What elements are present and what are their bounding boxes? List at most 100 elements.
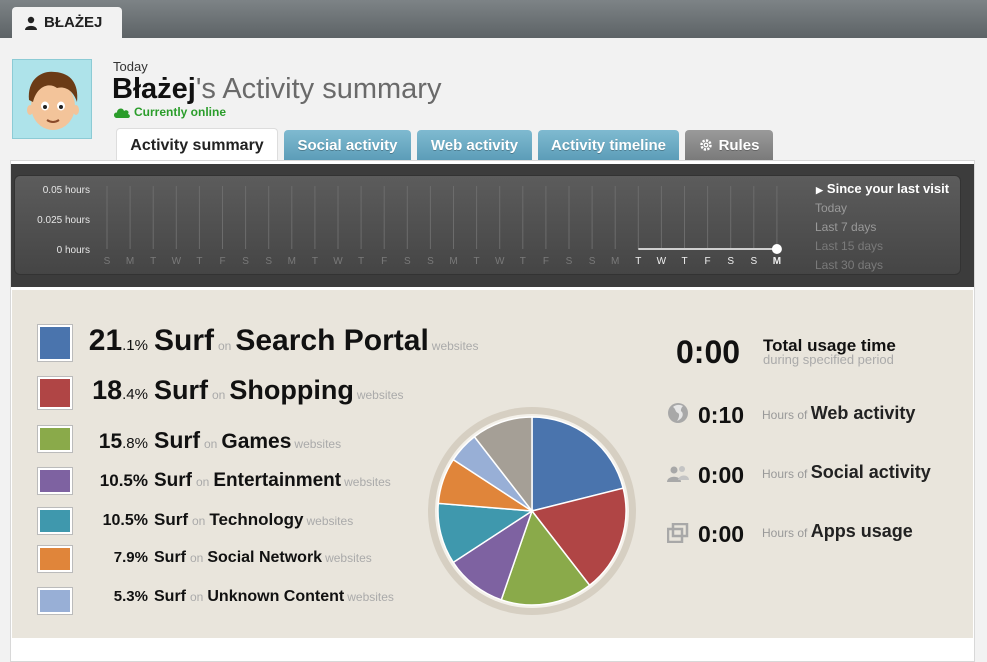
period-last-7-days[interactable]: Last 7 days (815, 220, 876, 234)
graph-day-label: F (705, 256, 711, 267)
category-name: Search Portal (235, 324, 429, 357)
globe-icon (668, 403, 688, 423)
triangle-right-icon: ▶ (816, 185, 823, 195)
websites-word: websites (294, 437, 342, 451)
hours-of-text: Hours of (762, 526, 808, 540)
user-name: Błażej (112, 73, 196, 105)
websites-word: websites (325, 551, 372, 565)
graph-day-label: T (312, 256, 318, 267)
tab-activity-summary[interactable]: Activity summary (116, 128, 278, 162)
avatar (12, 59, 92, 139)
graph-day-label: T (358, 256, 364, 267)
graph-day-label: S (727, 256, 734, 267)
hours-of-text: Hours of (762, 408, 808, 422)
category-name: Entertainment (213, 470, 342, 491)
percentage-integer: 10.5% (102, 512, 148, 529)
category-percentage: 5.3% (84, 588, 148, 605)
page-title: Błażej's Activity summary (112, 73, 441, 106)
title-suffix: 's Activity summary (195, 73, 442, 105)
period-caption: Today (113, 59, 148, 74)
category-name: Technology (209, 510, 304, 529)
category-row: 10.5% Surf on Technology websites (84, 510, 354, 530)
category-color-swatch (38, 468, 72, 494)
category-row: 18.4% Surf on Shopping websites (84, 375, 404, 406)
graph-day-label: W (657, 256, 667, 267)
period-last-15-days[interactable]: Last 15 days (815, 239, 883, 253)
percentage-integer: 15 (98, 430, 123, 453)
total-usage-sub: during specified period (763, 352, 894, 367)
period-last-30-days[interactable]: Last 30 days (815, 258, 883, 272)
apps-usage-title: Apps usage (810, 521, 913, 541)
graph-day-label: S (265, 256, 272, 267)
graph-day-label: T (635, 256, 641, 267)
hours-of-text: Hours of (762, 467, 808, 481)
percentage-decimal: .8% (122, 435, 148, 452)
top-bar (0, 0, 987, 38)
percentage-integer: 5.3% (113, 588, 148, 605)
category-percentage: 7.9% (84, 549, 148, 566)
graph-day-label: M (611, 256, 619, 267)
surf-word: Surf (154, 588, 186, 605)
user-icon (25, 16, 37, 30)
period-since-last-visit[interactable]: ▶ Since your last visit (816, 181, 949, 196)
websites-word: websites (431, 339, 479, 353)
surf-word: Surf (154, 427, 200, 453)
on-word: on (204, 437, 218, 451)
apps-usage-value: 0:00 (698, 521, 745, 547)
category-name: Games (221, 430, 292, 453)
graph-day-label: T (520, 256, 526, 267)
graph-day-label: S (104, 256, 111, 267)
apps-usage-label: Hours of Apps usage (762, 521, 913, 542)
category-name: Shopping (229, 375, 354, 405)
y-label-max: 0.05 hours (42, 185, 90, 196)
category-name: Social Network (207, 549, 323, 566)
category-color-swatch (38, 377, 72, 409)
user-tab-label: BŁAŻEJ (44, 14, 103, 31)
graph-day-label: W (172, 256, 182, 267)
gear-icon (699, 139, 712, 151)
surf-word: Surf (154, 470, 192, 491)
percentage-decimal: .1% (122, 337, 148, 354)
on-word: on (218, 339, 232, 353)
surf-word: Surf (154, 510, 188, 529)
graph-day-label: M (126, 256, 134, 267)
social-activity-value: 0:00 (698, 462, 745, 488)
category-percentage: 18.4% (84, 375, 148, 406)
graph-current-point (771, 244, 782, 254)
total-usage-value: 0:00 (676, 334, 741, 370)
category-row: 10.5% Surf on Entertainment websites (84, 470, 391, 492)
category-color-swatch (38, 546, 72, 572)
category-color-swatch (38, 588, 72, 614)
surf-word: Surf (154, 375, 208, 405)
usage-pie-chart (428, 407, 636, 615)
category-name: Unknown Content (207, 588, 345, 605)
tab-rules[interactable]: Rules (685, 130, 773, 160)
y-label-zero: 0 hours (56, 245, 90, 256)
percentage-integer: 21 (88, 324, 123, 357)
on-word: on (190, 590, 204, 604)
graph-day-label: M (773, 256, 781, 267)
tab-web-activity[interactable]: Web activity (417, 130, 532, 160)
graph-day-label: S (427, 256, 434, 267)
people-icon (667, 466, 689, 482)
category-color-swatch (38, 508, 72, 534)
windows-icon (667, 523, 689, 543)
graph-day-label: S (589, 256, 596, 267)
tab-activity-timeline[interactable]: Activity timeline (538, 130, 679, 160)
period-today[interactable]: Today (815, 201, 847, 215)
category-percentage: 10.5% (84, 471, 148, 491)
surf-word: Surf (154, 324, 214, 357)
user-tab[interactable]: BŁAŻEJ (12, 7, 122, 38)
graph-day-label: S (750, 256, 757, 267)
tab-social-activity[interactable]: Social activity (284, 130, 411, 160)
category-color-swatch (38, 325, 72, 361)
graph-day-label: T (474, 256, 480, 267)
surf-word: Surf (154, 549, 186, 566)
on-word: on (212, 388, 226, 402)
percentage-integer: 7.9% (113, 549, 148, 566)
websites-word: websites (347, 590, 394, 604)
web-activity-title: Web activity (810, 403, 916, 423)
percentage-decimal: .4% (122, 386, 148, 403)
websites-word: websites (356, 388, 404, 402)
graph-day-label: S (242, 256, 249, 267)
